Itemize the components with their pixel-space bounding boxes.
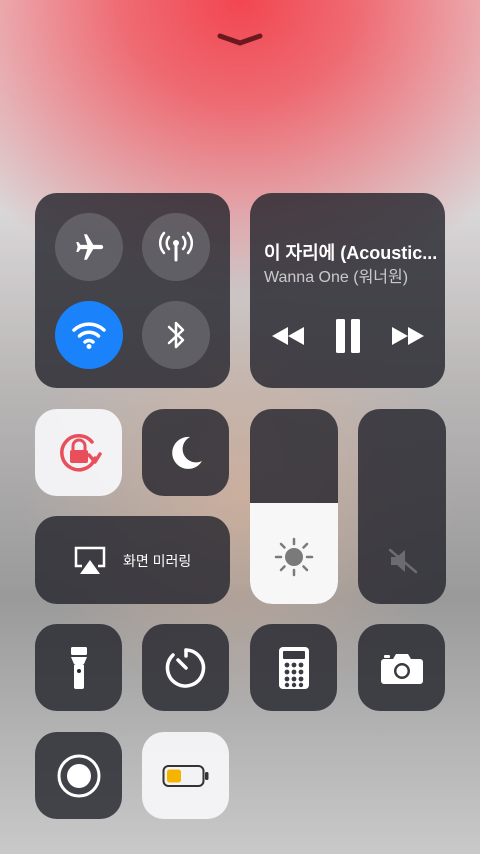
volume-slider[interactable]	[358, 409, 446, 604]
rotation-lock-toggle[interactable]	[35, 409, 122, 496]
fast-forward-button[interactable]	[388, 321, 428, 351]
airplay-icon	[74, 546, 106, 574]
rewind-icon	[272, 327, 304, 345]
calculator-icon	[278, 646, 309, 689]
screen-mirroring-label: 화면 미러링	[123, 553, 192, 569]
bluetooth-icon	[167, 321, 185, 349]
artist-name: Wanna One (워너원)	[264, 269, 409, 286]
now-playing-module[interactable]: 이 자리에 (Acoustic... Wanna One (워너원)	[250, 193, 445, 388]
cellular-antenna-icon	[159, 231, 193, 262]
camera-button[interactable]	[358, 624, 445, 711]
screen-mirroring-button[interactable]: 화면 미러링	[35, 516, 230, 604]
wifi-button[interactable]	[55, 301, 123, 369]
low-power-mode-toggle[interactable]	[142, 732, 229, 819]
moon-icon	[171, 436, 202, 469]
flashlight-icon	[70, 646, 87, 689]
brightness-slider[interactable]	[250, 409, 338, 604]
airplane-icon	[76, 234, 104, 260]
timer-icon	[165, 647, 205, 688]
airplane-mode-button[interactable]	[55, 213, 123, 281]
timer-button[interactable]	[142, 624, 229, 711]
do-not-disturb-toggle[interactable]	[142, 409, 229, 496]
rotation-lock-icon	[59, 433, 102, 471]
low-power-battery-icon	[162, 764, 208, 787]
speaker-muted-icon	[388, 548, 418, 574]
screen-record-button[interactable]	[35, 732, 122, 819]
bluetooth-button[interactable]	[142, 301, 210, 369]
connectivity-module	[35, 193, 230, 388]
sun-icon	[274, 537, 314, 577]
screen-record-icon	[57, 754, 100, 797]
wifi-icon	[72, 322, 106, 349]
chevron-down-icon[interactable]	[216, 32, 264, 48]
flashlight-button[interactable]	[35, 624, 122, 711]
camera-icon	[380, 653, 423, 684]
cellular-data-button[interactable]	[142, 213, 210, 281]
rewind-button[interactable]	[268, 321, 308, 351]
pause-button[interactable]	[332, 317, 364, 355]
song-title: 이 자리에 (Acoustic...	[264, 243, 438, 263]
pause-icon	[336, 319, 360, 353]
calculator-button[interactable]	[250, 624, 337, 711]
fast-forward-icon	[392, 327, 424, 345]
